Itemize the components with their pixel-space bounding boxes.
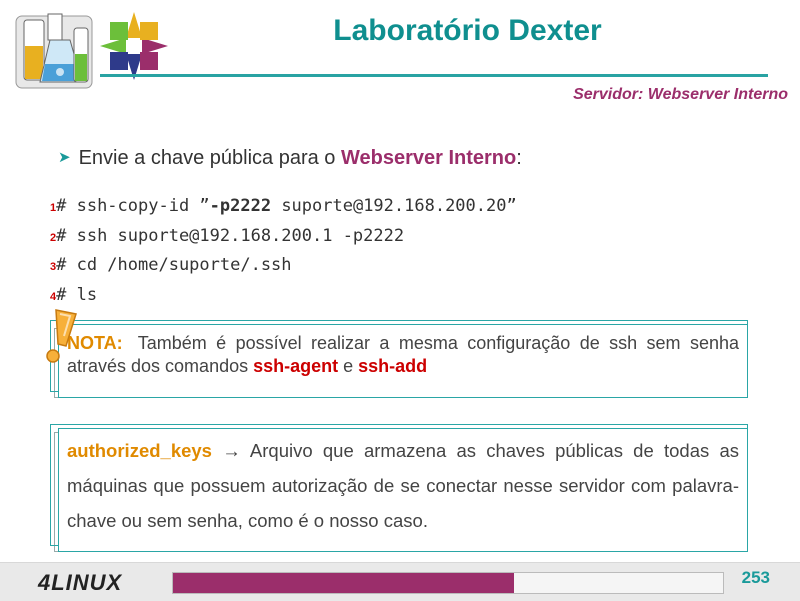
page-title: Laboratório Dexter: [333, 14, 602, 47]
bullet-item: ➤ Envie a chave pública para o Webserver …: [58, 147, 522, 170]
authorized-keys-label: authorized_keys: [67, 440, 212, 461]
code-text: suporte@192.168.200.20”: [271, 196, 517, 216]
code-line: 2# ssh suporte@192.168.200.1 -p2222: [50, 222, 517, 252]
code-block: 1# ssh-copy-id ”-p2222 suporte@192.168.2…: [50, 192, 517, 310]
cmd-ssh-add: ssh-add: [358, 356, 428, 376]
header-divider: [100, 74, 768, 77]
cmd-ssh-agent: ssh-agent: [253, 356, 339, 376]
code-text: # ls: [56, 284, 98, 305]
progress-bar: [172, 572, 724, 594]
page-number: 253: [741, 568, 770, 587]
nota-text: NOTA: Também é possível realizar a mesma…: [67, 332, 739, 378]
code-text: # cd /home/suporte/.ssh: [56, 255, 292, 275]
code-text: # ssh suporte@192.168.200.1 -p2222: [56, 225, 405, 246]
footer-logo: 4LINUX: [38, 570, 123, 595]
bullet-text: Envie a chave pública para o: [78, 147, 341, 169]
bullet-highlight: Webserver Interno: [340, 147, 517, 169]
progress-fill: [173, 573, 514, 593]
nota-conj: e: [338, 356, 359, 376]
code-text: # ssh-copy-id ”: [56, 196, 210, 216]
bullet-suffix: :: [516, 147, 522, 169]
page-subtitle: Servidor: Webserver Interno: [573, 86, 788, 103]
warning-exclamation-icon: [46, 309, 77, 363]
authorized-keys-text: authorized_keys → Arquivo que armazena a…: [67, 433, 739, 538]
code-line: 1# ssh-copy-id ”-p2222 suporte@192.168.2…: [50, 192, 517, 222]
code-text-bold: -p2222: [209, 196, 272, 216]
code-line: 3# cd /home/suporte/.ssh: [50, 251, 517, 281]
code-line: 4# ls: [50, 281, 517, 311]
bullet-arrow-icon: ➤: [58, 149, 71, 166]
